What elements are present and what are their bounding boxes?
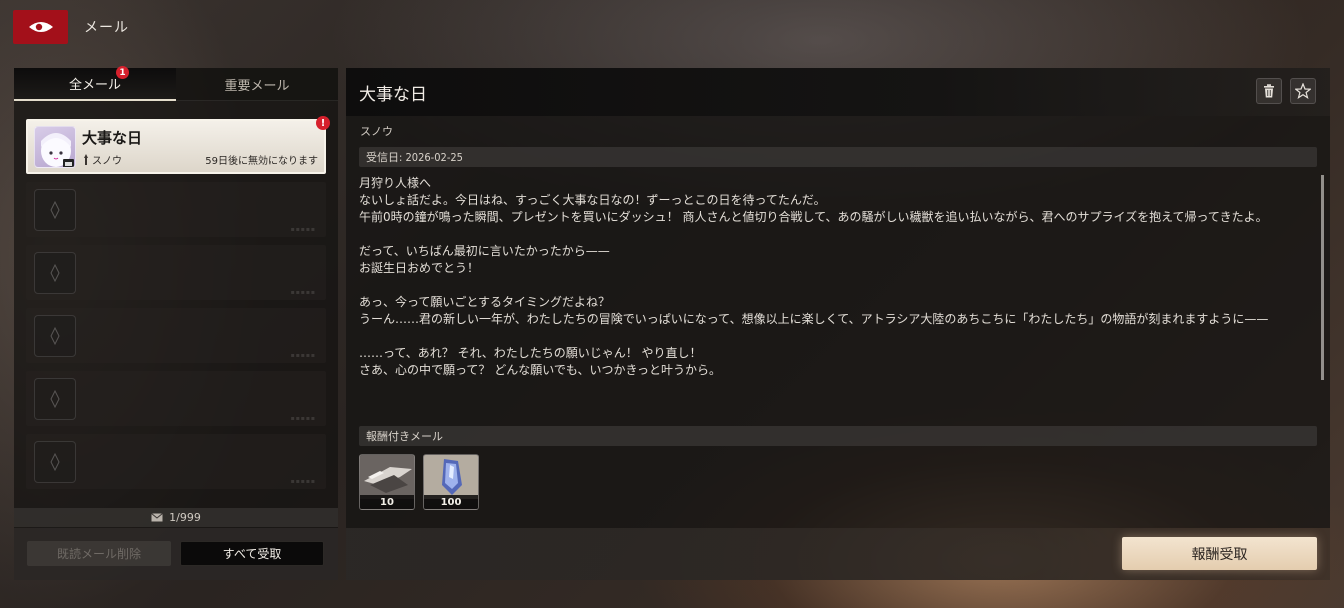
slot-watermark: ▪▪▪▪▪: [290, 352, 316, 359]
favorite-mail-button[interactable]: [1290, 78, 1316, 104]
empty-mail-slot: ▪▪▪▪▪: [26, 245, 326, 300]
mail-item-selected[interactable]: 大事な日 スノウ 59日後に無効になります !: [26, 116, 330, 174]
back-eye-icon: [28, 22, 53, 32]
star-icon: [1295, 83, 1311, 99]
mail-tabs: 全メール 1 重要メール: [14, 66, 338, 101]
empty-mail-slot: ▪▪▪▪▪: [26, 434, 326, 489]
mail-list-footer: 既読メール削除 すべて受取: [14, 528, 338, 580]
mail-expiry: 59日後に無効になります: [205, 156, 318, 167]
page-title: メール: [84, 20, 129, 36]
reward-quantity: 10: [360, 495, 414, 509]
mail-detail-footer: 報酬受取: [346, 528, 1330, 580]
mail-subject: 大事な日: [82, 129, 143, 147]
mail-detail-header: 大事な日: [346, 68, 1330, 116]
reward-section-label: 報酬付きメール: [359, 426, 1317, 446]
receive-all-button[interactable]: すべて受取: [180, 541, 324, 566]
tab-important-mail-label: 重要メール: [224, 78, 290, 94]
mail-count: 1/999: [169, 511, 201, 524]
weapon-material-icon: [360, 455, 414, 499]
sender-icon: [84, 154, 88, 165]
delete-mail-button[interactable]: [1256, 78, 1282, 104]
slot-watermark: ▪▪▪▪▪: [290, 415, 316, 422]
reward-quantity: 100: [424, 495, 478, 509]
empty-slot-icon: [34, 315, 76, 357]
mail-list: 大事な日 スノウ 59日後に無効になります ! ▪▪▪▪▪ ▪▪▪▪▪ ▪▪▪▪…: [26, 116, 330, 497]
mail-sender-name: スノウ: [92, 156, 122, 167]
empty-slot-icon: [34, 252, 76, 294]
mail-count-bar: 1/999: [14, 508, 338, 527]
reward-item[interactable]: 100: [423, 454, 479, 510]
envelope-icon: [151, 513, 163, 522]
delete-read-mail-button[interactable]: 既読メール削除: [27, 541, 171, 566]
empty-mail-slot: ▪▪▪▪▪: [26, 308, 326, 363]
empty-slot-icon: [34, 378, 76, 420]
empty-slot-icon: [34, 441, 76, 483]
body-scrollbar[interactable]: [1321, 175, 1324, 380]
reward-item[interactable]: 10: [359, 454, 415, 510]
detail-sender: スノウ: [360, 125, 393, 138]
sender-avatar: [34, 126, 76, 168]
mail-body: 月狩り人様へ ないしょ話だよ。今日はね、すっごく大事な日なの！ずーっとこの日を待…: [359, 176, 1269, 377]
empty-mail-slot: ▪▪▪▪▪: [26, 371, 326, 426]
back-button[interactable]: [13, 10, 68, 44]
avatar-portrait-icon: [41, 133, 74, 167]
claim-reward-button[interactable]: 報酬受取: [1122, 537, 1317, 570]
new-mail-alert-badge: !: [316, 116, 330, 130]
mail-list-panel: 全メール 1 重要メール 大事な日 スノウ 59日後に無効になります ! ▪▪▪…: [14, 66, 338, 580]
trash-icon: [1264, 84, 1274, 98]
unread-badge: 1: [116, 66, 129, 79]
crystal-shard-icon: [424, 455, 478, 499]
received-date: 受信日: 2026-02-25: [359, 147, 1317, 167]
mail-sender: スノウ: [82, 152, 122, 167]
mail-detail-panel: 大事な日 スノウ 受信日: 2026-02-25 月狩り人様へ ないしょ話だよ。…: [346, 68, 1330, 580]
tab-important-mail[interactable]: 重要メール: [176, 68, 338, 101]
slot-watermark: ▪▪▪▪▪: [290, 289, 316, 296]
tab-all-mail-label: 全メール: [68, 78, 121, 93]
empty-mail-slot: ▪▪▪▪▪: [26, 182, 326, 237]
slot-watermark: ▪▪▪▪▪: [290, 226, 316, 233]
slot-watermark: ▪▪▪▪▪: [290, 478, 316, 485]
mail-detail-title: 大事な日: [359, 85, 427, 105]
empty-slot-icon: [34, 189, 76, 231]
tab-all-mail[interactable]: 全メール 1: [14, 66, 176, 101]
